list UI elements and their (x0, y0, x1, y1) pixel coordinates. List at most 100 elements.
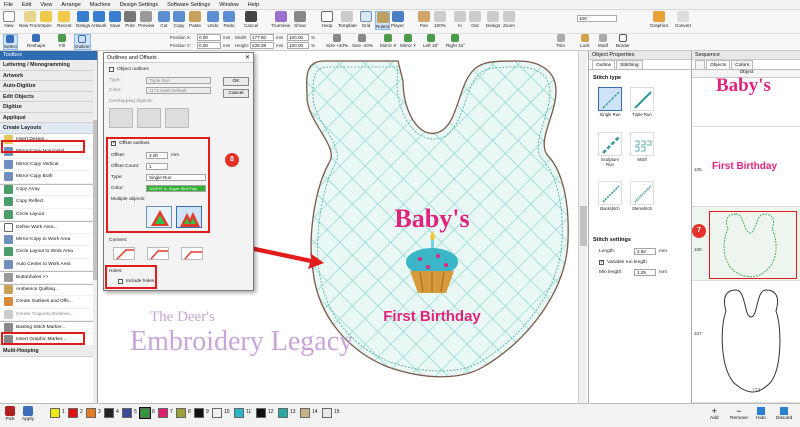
artwork-button[interactable]: Artwork (91, 11, 107, 28)
category-auto-digitize[interactable]: Auto-Digitize (0, 81, 97, 92)
border-button[interactable]: Border (616, 34, 630, 48)
color-swatch-8[interactable] (176, 408, 186, 418)
print-button[interactable]: Print (124, 11, 136, 28)
color-swatch-11[interactable] (234, 408, 244, 418)
paste-button[interactable]: Paste (189, 11, 201, 28)
corner-option-1[interactable] (113, 247, 135, 260)
toolbox-scroll-thumb[interactable] (93, 120, 97, 280)
mirror-x-button[interactable]: Mirror X (380, 34, 396, 48)
menu-help[interactable]: Help (248, 2, 259, 8)
mirror-y-button[interactable]: Mirror Y (400, 34, 416, 48)
fill-button[interactable]: Fill (58, 34, 66, 48)
lock-button[interactable]: Lock (580, 34, 590, 48)
zoom-in-button[interactable]: In (454, 11, 466, 28)
height-field[interactable]: 239.39 (250, 42, 274, 49)
stitch-backstitch[interactable]: Backstitch (598, 181, 622, 211)
remove-button[interactable]: − Remove (730, 406, 748, 421)
size-plus-button[interactable]: Size +10% (326, 34, 348, 48)
copy-array-item[interactable]: Copy Array (0, 183, 97, 196)
category-edit-objects[interactable]: Edit Objects (0, 91, 97, 102)
buttonholes-item[interactable]: Buttonholes >> (0, 271, 97, 284)
category-digitize[interactable]: Digitize (0, 102, 97, 113)
width-field[interactable]: 177.80 (250, 34, 274, 41)
color-swatch-2[interactable] (68, 408, 78, 418)
color-swatch-7[interactable] (158, 408, 168, 418)
menu-design-settings[interactable]: Design Settings (120, 2, 159, 8)
reshape-button[interactable]: Reshape (27, 34, 45, 48)
position-y-field[interactable]: 0.00 (197, 42, 221, 49)
ok-button[interactable]: OK (223, 77, 249, 86)
category-applique[interactable]: Appliqué (0, 112, 97, 123)
color-swatch-3[interactable] (86, 408, 96, 418)
canvas-scrollbar[interactable] (578, 51, 587, 403)
tab-stitching[interactable]: Stitching (616, 60, 643, 69)
template-button[interactable]: Template (338, 11, 357, 28)
rotate-right-button[interactable]: Right 15° (446, 34, 465, 48)
color-swatch-10[interactable] (212, 408, 222, 418)
color-swatch-14[interactable] (300, 408, 310, 418)
circle-layout-work-area-item[interactable]: Circle Layout to Work Area (0, 246, 97, 259)
menu-arrange[interactable]: Arrange (61, 2, 81, 8)
corner-option-3[interactable] (181, 247, 203, 260)
menu-view[interactable]: View (40, 2, 52, 8)
overlap-option-3[interactable] (165, 108, 189, 128)
define-work-area-item[interactable]: Define Work Area... (0, 221, 97, 234)
tab-outline[interactable]: Outline (592, 60, 616, 69)
color-swatch-4[interactable] (104, 408, 114, 418)
zoom-out-button[interactable]: Out (469, 11, 481, 28)
position-x-field[interactable]: 0.00 (197, 34, 221, 41)
zoom-100-button[interactable]: 100% (434, 11, 446, 28)
color-swatch-1[interactable] (50, 408, 60, 418)
category-multi-hooping[interactable]: Multi-Hooping (0, 346, 97, 357)
sequence-row[interactable]: 107 (692, 281, 800, 403)
type-select-disabled[interactable]: Triple Run (146, 77, 211, 84)
corner-option-2[interactable] (147, 247, 169, 260)
redo-button[interactable]: Redo (223, 11, 235, 28)
category-artwork[interactable]: Artwork (0, 70, 97, 81)
discard-button[interactable]: Discard (776, 406, 792, 421)
hide-button[interactable]: Hide (756, 406, 766, 421)
category-lettering[interactable]: Lettering / Monogramming (0, 60, 97, 71)
open-button[interactable]: Open (40, 11, 52, 28)
overlap-option-1[interactable] (109, 108, 133, 128)
cut-button[interactable]: Cut (158, 11, 170, 28)
color-swatch-6[interactable] (139, 407, 151, 419)
grid-button[interactable]: Grid (360, 11, 372, 28)
circle-layout-item[interactable]: Circle Layout (0, 209, 97, 221)
color-swatch-15[interactable] (322, 408, 332, 418)
auto-center-item[interactable]: Auto Center to Work Area (0, 259, 97, 271)
trim-button[interactable]: Trim (556, 34, 565, 48)
new-button[interactable]: New (3, 11, 15, 28)
stitch-stemstitch[interactable]: Stemstitch (630, 181, 654, 211)
new-from-button[interactable]: New From (19, 11, 40, 28)
recent-button[interactable]: Recent (57, 11, 72, 28)
mirror-copy-work-area-item[interactable]: Mirror-Copy to Work Area (0, 234, 97, 246)
mirror-copy-both-item[interactable]: Mirror-Copy Both (0, 171, 97, 184)
outline-button[interactable]: Outline (74, 34, 91, 50)
create-trapunto-item[interactable]: Create Trapunto Outlines... (0, 309, 97, 321)
stitch-triple-run[interactable]: Triple Run (630, 87, 654, 117)
hoop-button[interactable]: Hoop (321, 11, 333, 28)
pan-button[interactable]: Pan (418, 11, 430, 28)
color-swatch-9[interactable] (194, 408, 204, 418)
ambience-quilting-item[interactable]: Ambience Quilting... (0, 283, 97, 296)
trueview-button[interactable]: TrueView (271, 11, 290, 28)
canvas-scroll-thumb[interactable] (580, 206, 587, 246)
graphics-button[interactable]: Graphics (650, 11, 668, 28)
menu-edit[interactable]: Edit (22, 2, 31, 8)
select-button[interactable]: Select (3, 34, 18, 50)
tab-objects[interactable]: Objects (706, 60, 731, 69)
dialog-cancel-button[interactable]: Cancel (223, 89, 249, 98)
overlap-option-2[interactable] (137, 108, 161, 128)
save-button[interactable]: Save (109, 11, 121, 28)
player-button[interactable]: Player (391, 11, 404, 28)
zoom-design-button[interactable]: Design (486, 11, 500, 28)
menu-file[interactable]: File (4, 2, 13, 8)
length-field[interactable]: 2.50 (634, 248, 656, 255)
stitch-sculpture-run[interactable]: Sculpture Run (598, 132, 622, 167)
show-button[interactable]: Show (294, 11, 306, 28)
menu-window[interactable]: Window (219, 2, 239, 8)
sequence-row[interactable]: Baby's (692, 75, 800, 127)
copy-reflect-item[interactable]: Copy Reflect (0, 196, 97, 209)
color-swatch-12[interactable] (256, 408, 266, 418)
